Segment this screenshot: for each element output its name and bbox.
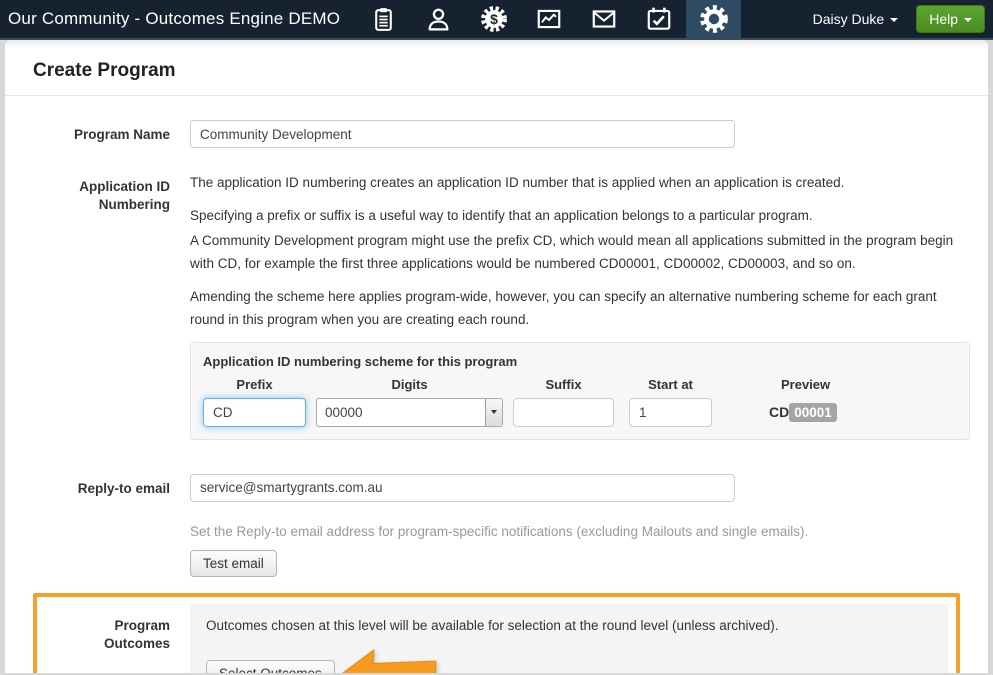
reports-chart-icon — [535, 5, 563, 33]
mail-icon — [590, 5, 618, 33]
application-id-paragraph: Amending the scheme here applies program… — [190, 286, 960, 332]
reply-to-helper-row: Set the Reply-to email address for progr… — [33, 508, 960, 577]
numbering-scheme-box: Application ID numbering scheme for this… — [190, 342, 970, 440]
nav-tasks[interactable] — [631, 0, 686, 39]
suffix-column: Suffix — [513, 377, 614, 427]
reply-to-row: Reply-to email — [33, 474, 960, 502]
top-nav-icons: $ — [356, 0, 741, 39]
digits-selected-value: 00000 — [317, 399, 485, 426]
select-outcomes-button[interactable]: Select Outcomes — [206, 660, 335, 673]
program-name-row: Program Name — [33, 120, 960, 148]
program-outcomes-label: Program Outcomes — [45, 604, 170, 673]
reply-to-input[interactable] — [190, 474, 735, 502]
user-icon — [425, 6, 452, 33]
program-outcomes-highlight-box: Program Outcomes Outcomes chosen at this… — [33, 593, 960, 673]
preview-label: Preview — [767, 377, 887, 392]
digits-label: Digits — [316, 377, 503, 392]
nav-settings[interactable] — [686, 0, 741, 39]
prefix-column: Prefix — [203, 377, 306, 427]
finance-dollar-icon: $ — [480, 5, 508, 33]
test-email-button[interactable]: Test email — [190, 550, 277, 577]
nav-contacts[interactable] — [411, 0, 466, 39]
digits-column: Digits 00000 — [316, 377, 503, 427]
application-id-paragraph: Specifying a prefix or suffix is a usefu… — [190, 205, 960, 228]
user-menu[interactable]: Daisy Duke — [813, 11, 899, 27]
start-at-column: Start at — [629, 377, 712, 427]
svg-text:$: $ — [490, 11, 498, 27]
page-header: Create Program — [5, 40, 988, 96]
reply-to-help-text: Set the Reply-to email address for progr… — [190, 522, 960, 542]
numbering-scheme-title: Application ID numbering scheme for this… — [203, 354, 957, 369]
tasks-calendar-icon — [645, 5, 673, 33]
program-name-label: Program Name — [33, 120, 170, 148]
preview-number-badge: 00001 — [789, 403, 837, 422]
app-title: Our Community - Outcomes Engine DEMO — [8, 9, 340, 29]
program-name-input[interactable] — [190, 120, 735, 148]
program-outcomes-panel: Outcomes chosen at this level will be av… — [190, 604, 948, 673]
topbar-right: Daisy Duke Help — [813, 5, 993, 33]
clipboard-icon — [370, 6, 397, 33]
application-id-label: Application ID Numbering — [33, 172, 170, 440]
user-menu-label: Daisy Duke — [813, 11, 885, 27]
highlight-arrow-icon — [339, 645, 438, 673]
nav-finance[interactable]: $ — [466, 0, 521, 39]
prefix-input[interactable] — [203, 398, 306, 427]
preview-column: Preview CD00001 — [767, 377, 887, 420]
program-outcomes-description: Outcomes chosen at this level will be av… — [206, 618, 932, 633]
nav-reports[interactable] — [521, 0, 576, 39]
digits-select[interactable]: 00000 — [316, 398, 503, 427]
application-id-paragraph: The application ID numbering creates an … — [190, 172, 960, 195]
top-navigation-bar: Our Community - Outcomes Engine DEMO — [0, 0, 993, 40]
settings-gear-icon — [699, 4, 729, 34]
create-program-form: Program Name Application ID Numbering Th… — [5, 96, 988, 673]
help-button-label: Help — [929, 11, 958, 27]
reply-to-label: Reply-to email — [33, 474, 170, 502]
preview-prefix-text: CD — [769, 404, 789, 420]
nav-mail[interactable] — [576, 0, 631, 39]
start-at-label: Start at — [629, 377, 712, 392]
caret-down-icon — [964, 18, 972, 22]
application-id-row: Application ID Numbering The application… — [33, 172, 960, 440]
suffix-label: Suffix — [513, 377, 614, 392]
nav-applications[interactable] — [356, 0, 411, 39]
preview-value: CD00001 — [767, 398, 887, 420]
suffix-input[interactable] — [513, 398, 614, 427]
application-id-paragraph: A Community Development program might us… — [190, 230, 960, 276]
page-card: Create Program Program Name Application … — [5, 40, 988, 673]
select-dropdown-icon[interactable] — [485, 399, 502, 426]
help-button[interactable]: Help — [916, 5, 985, 33]
start-at-input[interactable] — [629, 398, 712, 427]
caret-down-icon — [890, 18, 898, 22]
prefix-label: Prefix — [203, 377, 306, 392]
page-title: Create Program — [33, 60, 960, 82]
